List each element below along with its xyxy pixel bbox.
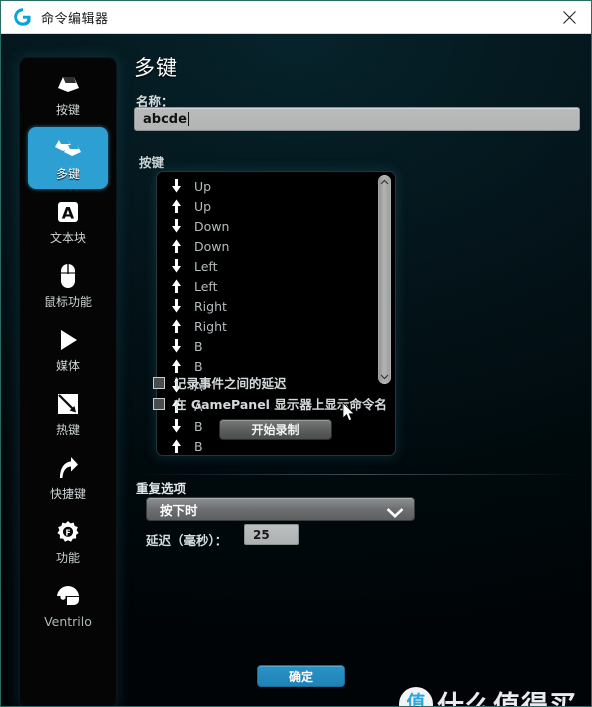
text-caret — [187, 112, 189, 126]
sidebar-item-ventrilo[interactable]: Ventrilo — [28, 575, 108, 637]
arrow-down-icon — [168, 419, 184, 433]
scrollbar-thumb[interactable] — [378, 175, 391, 384]
arrow-down-icon — [168, 259, 184, 273]
sidebar-item-media[interactable]: 媒体 — [28, 319, 108, 381]
delay-input-value: 25 — [253, 527, 270, 542]
sidebar-item-label: 按键 — [55, 103, 80, 117]
arrow-up-icon — [168, 239, 184, 253]
key-event-label: Left — [194, 258, 218, 274]
sidebar-item-label: 功能 — [55, 551, 80, 565]
key-event-row[interactable]: Down — [157, 236, 373, 256]
key-event-label: Left — [194, 278, 218, 294]
sidebar-item-label: 文本块 — [49, 231, 86, 245]
key-event-label: Right — [194, 318, 227, 334]
name-input[interactable]: abcde — [134, 107, 580, 131]
repeat-options-label: 重复选项 — [136, 481, 187, 496]
sidebar-item-label: 媒体 — [55, 359, 80, 373]
svg-text:A: A — [62, 204, 75, 223]
start-recording-button[interactable]: 开始录制 — [219, 419, 332, 440]
text-block-icon: A — [55, 195, 81, 229]
page-title: 多键 — [134, 56, 178, 80]
key-event-row[interactable]: Down — [157, 216, 373, 236]
key-event-label: B — [194, 338, 203, 354]
key-event-row[interactable]: Left — [157, 276, 373, 296]
key-event-label: B — [194, 358, 203, 374]
hotkey-icon — [55, 387, 81, 421]
chevron-down-icon[interactable] — [378, 371, 391, 383]
sidebar-item-mouse-function[interactable]: 鼠标功能 — [28, 255, 108, 317]
section-divider — [136, 474, 582, 475]
key-event-row[interactable]: Left — [157, 256, 373, 276]
chevron-down-icon — [386, 504, 404, 523]
key-event-row[interactable]: Right — [157, 296, 373, 316]
keys-label: 按键 — [139, 155, 165, 170]
multikey-icon — [51, 131, 85, 165]
logitech-g-logo-icon — [12, 6, 34, 28]
checkbox-label: 记录事件之间的延迟 — [174, 376, 287, 391]
repeat-mode-value: 按下时 — [160, 502, 198, 518]
confirm-button[interactable]: 确定 — [257, 665, 345, 687]
key-event-row[interactable]: B — [157, 336, 373, 356]
repeat-mode-select[interactable]: 按下时 — [146, 497, 415, 521]
sidebar-item-label: 鼠标功能 — [43, 295, 92, 309]
sidebar-item-multikey[interactable]: 多键 — [28, 127, 108, 189]
arrow-down-icon — [168, 179, 184, 193]
key-event-label: Up — [194, 198, 212, 214]
key-event-rows: Up Up Down Down Left Left Right Right B B A A B B — [157, 176, 373, 455]
arrow-up-icon — [168, 359, 184, 373]
svg-text:F: F — [65, 528, 70, 537]
sidebar-item-hotkey[interactable]: 热键 — [28, 383, 108, 445]
sidebar-item-label: 多键 — [55, 167, 80, 181]
key-event-label: Up — [194, 178, 212, 194]
category-sidebar: 按键 多键 A 文本块 鼠标功能 媒体 热键 快捷键 F 功能 Ventrilo — [19, 57, 117, 706]
arrow-down-icon — [168, 339, 184, 353]
delay-input[interactable]: 25 — [244, 524, 299, 545]
arrow-up-icon — [168, 439, 184, 453]
delay-label: 延迟（毫秒）： — [146, 533, 228, 548]
arrow-down-icon — [168, 299, 184, 313]
checkbox-record-delays[interactable]: 记录事件之间的延迟 — [153, 373, 287, 392]
title-bar: 命令编辑器 — [1, 1, 591, 34]
sidebar-item-shortcut[interactable]: 快捷键 — [28, 447, 108, 509]
start-recording-label: 开始录制 — [251, 423, 300, 437]
key-event-label: B — [194, 418, 203, 434]
arrow-up-icon — [168, 279, 184, 293]
key-event-list[interactable]: Up Up Down Down Left Left Right Right B B A A B B — [156, 171, 396, 456]
sidebar-item-label: 快捷键 — [49, 487, 86, 501]
sidebar-item-keystroke[interactable]: 按键 — [28, 63, 108, 125]
key-event-label: Down — [194, 238, 230, 254]
arrow-up-icon — [168, 199, 184, 213]
command-editor-window: 命令编辑器 按键 多键 A 文本块 鼠标功能 媒体 热键 快捷键 F 功能 Ve… — [0, 0, 592, 707]
key-event-label: Right — [194, 298, 227, 314]
dialog-body: 按键 多键 A 文本块 鼠标功能 媒体 热键 快捷键 F 功能 Ventrilo… — [1, 34, 591, 706]
name-input-value: abcde — [143, 111, 187, 127]
sidebar-item-label: Ventrilo — [44, 614, 92, 629]
keystroke-icon — [52, 67, 84, 101]
close-icon[interactable] — [547, 1, 591, 33]
key-event-label: Down — [194, 218, 230, 234]
sidebar-item-function[interactable]: F 功能 — [28, 511, 108, 573]
confirm-button-label: 确定 — [288, 669, 313, 684]
multikey-panel: 多键 名称： abcde 按键 Up Up Down Down Left Left Righ… — [134, 34, 591, 706]
function-gear-icon: F — [55, 515, 81, 549]
sidebar-item-label: 热键 — [55, 423, 80, 437]
chevron-up-icon[interactable] — [378, 176, 391, 188]
key-event-row[interactable]: Right — [157, 316, 373, 336]
ventrilo-headset-icon — [54, 579, 82, 613]
mouse-cursor — [342, 402, 356, 427]
key-event-label: B — [194, 438, 203, 454]
checkbox-box[interactable] — [153, 376, 165, 389]
key-event-row[interactable]: Up — [157, 196, 373, 216]
arrow-down-icon — [168, 219, 184, 233]
shortcut-arrow-icon — [55, 451, 81, 485]
window-title: 命令编辑器 — [41, 11, 109, 27]
media-play-icon — [54, 323, 82, 357]
key-event-row[interactable]: Up — [157, 176, 373, 196]
mouse-function-icon — [58, 259, 78, 293]
arrow-up-icon — [168, 319, 184, 333]
checkbox-box[interactable] — [153, 397, 165, 410]
sidebar-item-text-block[interactable]: A 文本块 — [28, 191, 108, 253]
